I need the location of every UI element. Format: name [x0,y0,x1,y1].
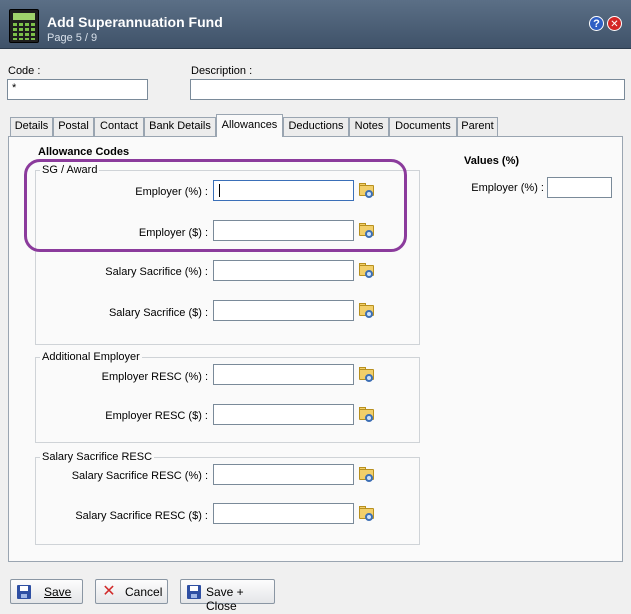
title-bar: Add Superannuation Fund Page 5 / 9 ? ✕ [0,0,631,49]
cancel-button[interactable]: ✕ Cancel [95,579,168,604]
salary-sacrifice-resc-amt-input[interactable] [213,503,354,524]
page-indicator: Page 5 / 9 [47,32,98,44]
salary-sacrifice-amt-input[interactable] [213,300,354,321]
lookup-folder-icon[interactable] [358,367,376,383]
save-close-button[interactable]: Save + Close [180,579,275,613]
employer-resc-pct-input[interactable] [213,364,354,385]
employer-resc-amt-input[interactable] [213,404,354,425]
code-label: Code : [8,65,41,77]
calculator-icon [9,9,39,43]
save-close-button-label: Save + Close [206,585,244,613]
employer-resc-amt-label: Employer RESC ($) : [105,410,208,422]
lookup-folder-icon[interactable] [358,303,376,319]
employer-resc-pct-label: Employer RESC (%) : [101,371,208,383]
salary-sacrifice-resc-pct-label: Salary Sacrifice RESC (%) : [71,470,208,482]
salary-sacrifice-pct-input[interactable] [213,260,354,281]
description-label: Description : [191,65,253,77]
lookup-folder-icon[interactable] [358,263,376,279]
save-button-label: Save [44,585,72,599]
tab-details[interactable]: Details [10,117,53,136]
cancel-x-icon: ✕ [102,583,116,600]
tab-deductions[interactable]: Deductions [283,117,349,136]
save-close-icon [187,585,201,599]
lookup-folder-icon[interactable] [358,467,376,483]
additional-employer-legend: Additional Employer [40,351,142,363]
lookup-folder-icon[interactable] [358,506,376,522]
cancel-button-label: Cancel [125,585,163,599]
tab-postal[interactable]: Postal [53,117,94,136]
salary-sacrifice-pct-label: Salary Sacrifice (%) : [105,266,208,278]
salary-sacrifice-resc-amt-label: Salary Sacrifice RESC ($) : [75,510,208,522]
allowance-codes-title: Allowance Codes [38,146,130,158]
help-icon[interactable]: ? [589,16,604,31]
highlight-annotation [24,159,407,252]
salary-sacrifice-amt-label: Salary Sacrifice ($) : [108,307,208,319]
close-icon[interactable]: ✕ [607,16,622,31]
lookup-folder-icon[interactable] [358,407,376,423]
values-employer-pct-label: Employer (%) : [471,182,544,194]
values-title: Values (%) [464,155,520,167]
code-field[interactable]: * [7,79,148,100]
values-employer-pct-input[interactable] [547,177,612,198]
description-field[interactable] [190,79,625,100]
tab-documents[interactable]: Documents [389,117,457,136]
salary-sacrifice-resc-legend: Salary Sacrifice RESC [40,451,155,463]
window-title: Add Superannuation Fund [47,14,223,30]
tab-parent[interactable]: Parent [457,117,498,136]
tab-allowances[interactable]: Allowances [216,114,283,137]
save-icon [17,585,31,599]
tab-contact[interactable]: Contact [94,117,144,136]
salary-sacrifice-resc-pct-input[interactable] [213,464,354,485]
save-button[interactable]: Save [10,579,83,604]
tab-bank-details[interactable]: Bank Details [144,117,216,136]
tab-notes[interactable]: Notes [349,117,389,136]
